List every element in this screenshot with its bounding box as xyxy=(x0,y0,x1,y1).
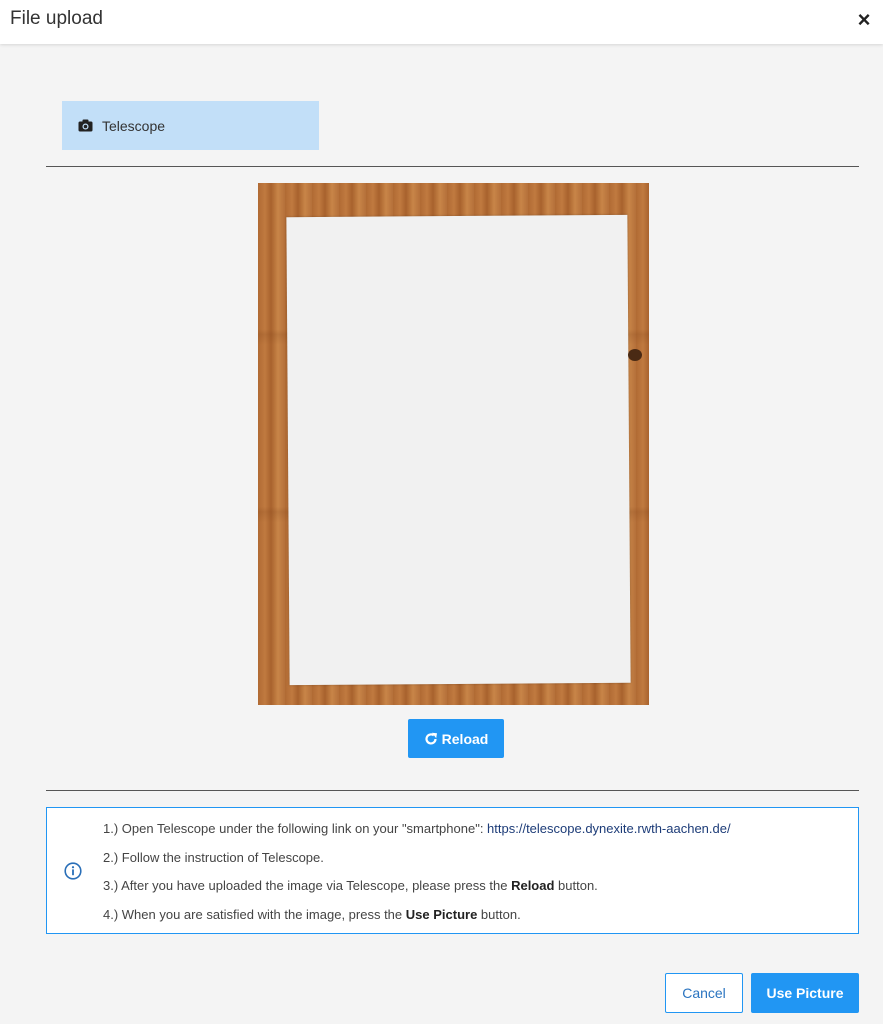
reload-icon xyxy=(424,732,438,746)
instructions-box: 1.) Open Telescope under the following l… xyxy=(46,807,859,934)
wood-knot xyxy=(628,349,642,361)
divider-bottom xyxy=(46,790,859,791)
tab-telescope-label: Telescope xyxy=(102,117,166,134)
telescope-link[interactable]: https://telescope.dynexite.rwth-aachen.d… xyxy=(487,821,731,836)
cancel-button[interactable]: Cancel xyxy=(665,973,743,1013)
use-picture-button[interactable]: Use Picture xyxy=(751,973,859,1013)
photo-preview xyxy=(258,183,649,705)
instruction-step: 4.) When you are satisfied with the imag… xyxy=(103,906,521,922)
reload-button[interactable]: Reload xyxy=(408,719,504,758)
instruction-step: 2.) Follow the instruction of Telescope. xyxy=(103,849,324,865)
divider-top xyxy=(46,166,859,167)
paper-sheet xyxy=(286,214,631,686)
dialog-title: File upload xyxy=(10,8,103,29)
tab-telescope[interactable]: Telescope xyxy=(62,101,319,150)
instruction-step: 1.) Open Telescope under the following l… xyxy=(103,821,731,836)
dialog-header: File upload × xyxy=(0,0,883,44)
instruction-list: 1.) Open Telescope under the following l… xyxy=(103,820,731,934)
instruction-step: 3.) After you have uploaded the image vi… xyxy=(103,878,598,894)
camera-icon xyxy=(78,119,93,132)
close-icon[interactable]: × xyxy=(853,9,875,31)
reload-button-label: Reload xyxy=(441,730,489,747)
info-icon xyxy=(64,862,82,880)
